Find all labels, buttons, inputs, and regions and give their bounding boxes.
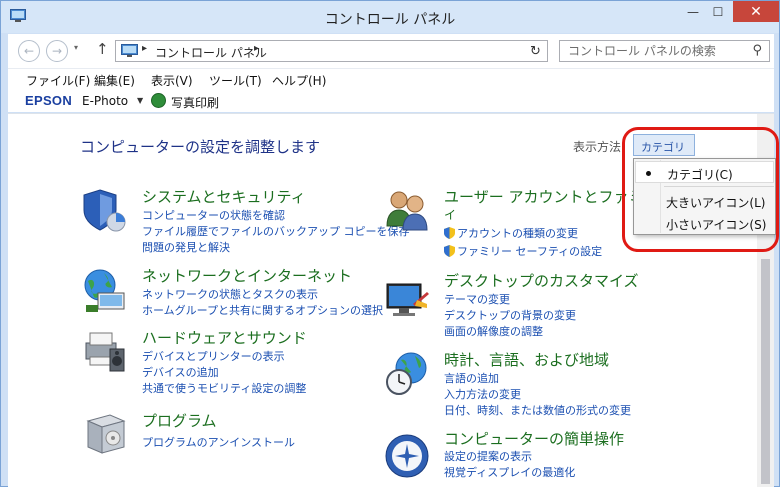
category-title-clock[interactable]: 時計、言語、および地域 (444, 349, 609, 370)
recent-locations-dropdown[interactable]: ▾ (74, 43, 78, 52)
forward-button[interactable]: → (46, 40, 68, 62)
category-title-desktop[interactable]: デスクトップのカスタマイズ (444, 270, 639, 291)
uac-shield-icon (444, 227, 455, 239)
link-date-time-format[interactable]: 日付、時刻、または数値の形式の変更 (444, 402, 631, 418)
menu-edit[interactable]: 編集(E) (94, 72, 135, 89)
photo-print-button[interactable]: 写真印刷 (171, 94, 219, 111)
link-troubleshoot[interactable]: 問題の発見と解決 (142, 239, 230, 255)
category-title-hardware[interactable]: ハードウェアとサウンド (142, 327, 307, 348)
window-title: コントロール パネル (324, 12, 456, 28)
breadcrumb-separator-icon[interactable]: ▸ (142, 43, 147, 54)
link-add-language[interactable]: 言語の追加 (444, 370, 499, 386)
view-by-label: 表示方法: (573, 140, 626, 154)
link-uninstall[interactable]: プログラムのアンインストール (142, 434, 295, 450)
page-title: コンピューターの設定を調整します (80, 138, 321, 156)
photo-print-icon[interactable] (151, 93, 166, 108)
clock-globe-icon[interactable] (383, 350, 431, 398)
link-devices-printers[interactable]: デバイスとプリンターの表示 (142, 348, 285, 364)
link-file-history[interactable]: ファイル履歴でファイルのバックアップ コピーを保存 (142, 223, 410, 239)
search-icon[interactable]: ⚲ (752, 43, 762, 58)
breadcrumb-separator-icon[interactable]: ▸ (254, 43, 259, 54)
ephoto-button[interactable]: E-Photo (82, 94, 128, 108)
refresh-button[interactable]: ↻ (524, 40, 548, 62)
close-button[interactable]: ✕ (733, 1, 779, 22)
link-account-type[interactable]: アカウントの種類の変更 (444, 225, 578, 241)
scrollbar-thumb[interactable] (761, 259, 770, 484)
network-globe-icon[interactable] (80, 267, 128, 315)
maximize-button[interactable]: ☐ (706, 1, 730, 22)
link-network-status[interactable]: ネットワークの状態とタスクの表示 (142, 286, 318, 302)
link-change-theme[interactable]: テーマの変更 (444, 291, 510, 307)
menu-bar: ファイル(F) 編集(E) 表示(V) ツール(T) ヘルプ(H) (8, 68, 774, 90)
title-bar: コントロール パネル — ☐ ✕ (1, 1, 779, 33)
category-title-system[interactable]: システムとセキュリティ (142, 186, 306, 207)
menu-view[interactable]: 表示(V) (151, 72, 193, 89)
breadcrumb-control-panel[interactable]: コントロール パネル (155, 44, 267, 61)
link-mobility-settings[interactable]: 共通で使うモビリティ設定の調整 (142, 380, 306, 396)
menu-file[interactable]: ファイル(F) (26, 72, 90, 89)
control-panel-window: コントロール パネル — ☐ ✕ ← → ▾ ↑ ▸ コントロール パネル ▸ … (0, 0, 780, 487)
address-toolbar: ← → ▾ ↑ ▸ コントロール パネル ▸ ↻ ⚲ (8, 34, 774, 68)
link-optimize-display[interactable]: 視覚ディスプレイの最適化 (444, 464, 575, 480)
link-homegroup[interactable]: ホームグループと共有に関するオプションの選択 (142, 302, 383, 318)
search-box: ⚲ (559, 40, 770, 62)
printer-speaker-icon[interactable] (80, 327, 128, 375)
red-highlight-annotation (622, 127, 779, 252)
back-button[interactable]: ← (18, 40, 40, 62)
category-title-network[interactable]: ネットワークとインターネット (142, 265, 352, 286)
link-check-status[interactable]: コンピューターの状態を確認 (142, 207, 285, 223)
link-family-safety[interactable]: ファミリー セーフティの設定 (444, 243, 602, 259)
menu-help[interactable]: ヘルプ(H) (272, 72, 326, 89)
category-title-programs[interactable]: プログラム (142, 410, 217, 431)
link-screen-resolution[interactable]: 画面の解像度の調整 (444, 323, 543, 339)
control-panel-icon (121, 44, 138, 57)
link-family-safety-label: ファミリー セーフティの設定 (457, 245, 603, 258)
epson-logo: EPSON (25, 93, 73, 108)
desktop-customize-icon[interactable] (383, 274, 431, 322)
category-title-ease[interactable]: コンピューターの簡単操作 (444, 428, 624, 449)
ease-of-access-icon[interactable] (383, 432, 431, 480)
shield-icon[interactable] (80, 186, 128, 234)
up-button[interactable]: ↑ (96, 40, 109, 58)
link-suggested-settings[interactable]: 設定の提案の表示 (444, 448, 532, 464)
users-icon[interactable] (383, 186, 431, 234)
ephoto-dropdown-icon[interactable]: ▼ (137, 96, 143, 105)
menu-tools[interactable]: ツール(T) (209, 72, 262, 89)
address-bar[interactable]: ▸ コントロール パネル ▸ (115, 40, 548, 62)
link-desktop-background[interactable]: デスクトップの背景の変更 (444, 307, 576, 323)
link-input-method[interactable]: 入力方法の変更 (444, 386, 521, 402)
minimize-button[interactable]: — (681, 1, 705, 22)
search-input[interactable] (568, 43, 738, 59)
uac-shield-icon (444, 245, 455, 257)
link-add-device[interactable]: デバイスの追加 (142, 364, 219, 380)
link-account-type-label: アカウントの種類の変更 (457, 227, 578, 240)
programs-box-icon[interactable] (80, 409, 128, 457)
epson-toolbar: EPSON E-Photo ▼ 写真印刷 (8, 90, 774, 112)
category-title-users-continued[interactable]: イ (444, 206, 456, 223)
